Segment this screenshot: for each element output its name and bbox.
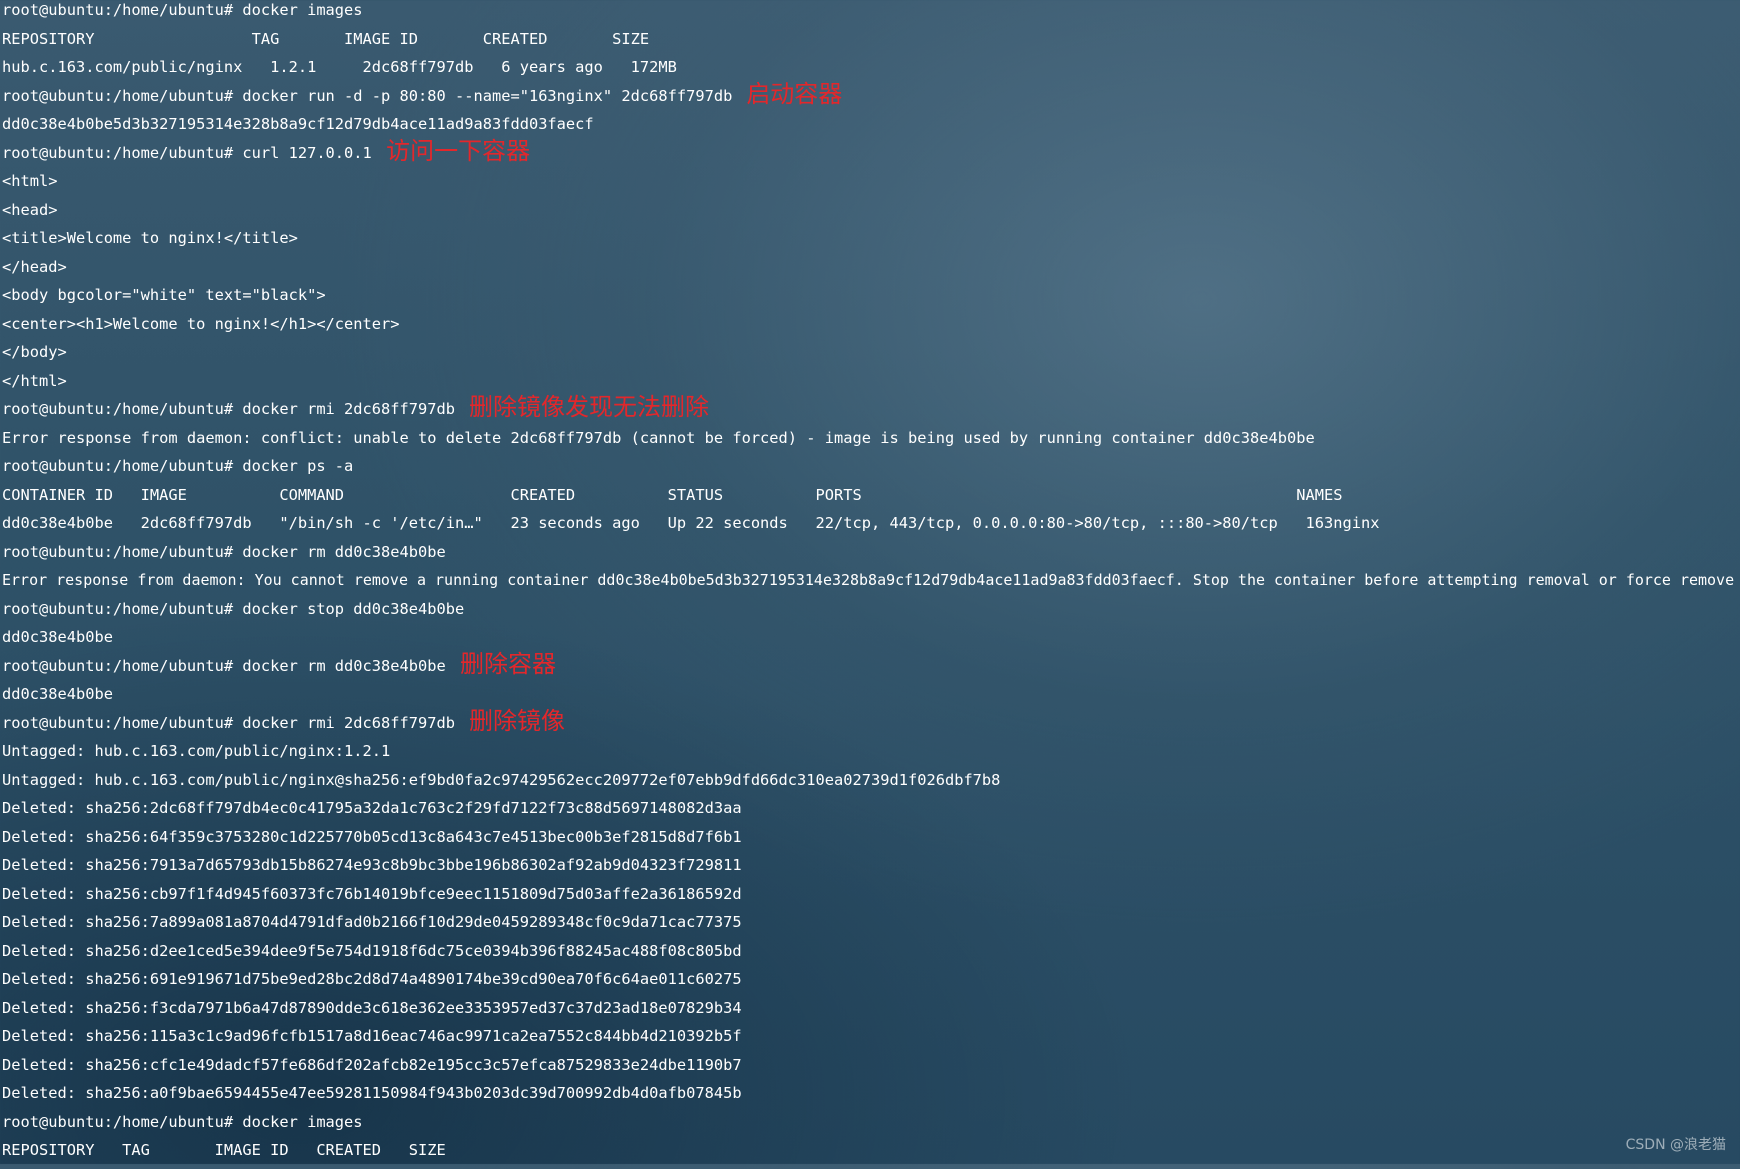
terminal-line: <html>: [2, 171, 1738, 200]
terminal-line: root@ubuntu:/home/ubuntu# docker rmi 2dc…: [2, 393, 1738, 428]
terminal-line-text: Error response from daemon: conflict: un…: [2, 428, 1315, 447]
terminal-line-text: </head>: [2, 257, 67, 276]
terminal-line-text: REPOSITORY TAG IMAGE ID CREATED SIZE: [2, 29, 650, 48]
terminal-line: REPOSITORY TAG IMAGE ID CREATED SIZE: [2, 1140, 1738, 1169]
terminal-line: root@ubuntu:/home/ubuntu# docker run -d …: [2, 80, 1738, 115]
terminal-window[interactable]: root@ubuntu:/home/ubuntu# docker images R…: [2, 0, 1738, 1164]
terminal-line-text: root@ubuntu:/home/ubuntu# docker stop dd…: [2, 599, 465, 618]
terminal-line: root@ubuntu:/home/ubuntu# docker rm dd0c…: [2, 542, 1738, 571]
terminal-line: Error response from daemon: You cannot r…: [2, 570, 1738, 599]
terminal-line-text: CONTAINER ID IMAGE COMMAND CREATED STATU…: [2, 485, 1343, 504]
terminal-line: Error response from daemon: conflict: un…: [2, 428, 1738, 457]
terminal-line-text: root@ubuntu:/home/ubuntu# curl 127.0.0.1: [2, 143, 372, 162]
terminal-line-text: hub.c.163.com/public/nginx 1.2.1 2dc68ff…: [2, 58, 677, 76]
terminal-line-text: dd0c38e4b0be5d3b327195314e328b8a9cf12d79…: [2, 115, 594, 133]
terminal-line-text: Deleted: sha256:f3cda7971b6a47d87890dde3…: [2, 998, 742, 1017]
annotation-label: 删除镜像: [468, 706, 565, 735]
terminal-line: Deleted: sha256:cfc1e49dadcf57fe686df202…: [2, 1055, 1738, 1084]
terminal-line: Deleted: sha256:7a899a081a8704d4791dfad0…: [2, 912, 1738, 941]
terminal-line-text: Untagged: hub.c.163.com/public/nginx@sha…: [2, 770, 1001, 789]
terminal-line-text: Untagged: hub.c.163.com/public/nginx:1.2…: [2, 742, 391, 760]
terminal-line-text: root@ubuntu:/home/ubuntu# docker rm dd0c…: [2, 542, 446, 561]
terminal-line: dd0c38e4b0be: [2, 627, 1738, 656]
terminal-line: dd0c38e4b0be: [2, 684, 1738, 713]
terminal-line-text: root@ubuntu:/home/ubuntu# docker images: [2, 1, 363, 19]
terminal-line: Deleted: sha256:64f359c3753280c1d225770b…: [2, 827, 1738, 856]
terminal-line: hub.c.163.com/public/nginx 1.2.1 2dc68ff…: [2, 57, 1738, 86]
terminal-line-text: root@ubuntu:/home/ubuntu# docker ps -a: [2, 457, 354, 475]
terminal-line: Deleted: sha256:f3cda7971b6a47d87890dde3…: [2, 998, 1738, 1027]
terminal-line-text: Deleted: sha256:cfc1e49dadcf57fe686df202…: [2, 1055, 742, 1074]
terminal-line: root@ubuntu:/home/ubuntu# docker images: [2, 1112, 1738, 1141]
terminal-line-text: root@ubuntu:/home/ubuntu# docker rm dd0c…: [2, 656, 446, 675]
terminal-line: </head>: [2, 257, 1738, 286]
csdn-watermark: CSDN @浪老猫: [1625, 1137, 1726, 1153]
terminal-line: Deleted: sha256:115a3c1c9ad96fcfb1517a8d…: [2, 1026, 1738, 1055]
terminal-line: Deleted: sha256:d2ee1ced5e394dee9f5e754d…: [2, 941, 1738, 970]
terminal-line-text: root@ubuntu:/home/ubuntu# docker images: [2, 1112, 363, 1131]
terminal-line: root@ubuntu:/home/ubuntu# docker rm dd0c…: [2, 650, 1738, 685]
terminal-line: Deleted: sha256:2dc68ff797db4ec0c41795a3…: [2, 798, 1738, 827]
terminal-line: <center><h1>Welcome to nginx!</h1></cent…: [2, 314, 1738, 343]
terminal-line: dd0c38e4b0be5d3b327195314e328b8a9cf12d79…: [2, 114, 1738, 143]
terminal-line: Deleted: sha256:cb97f1f4d945f60373fc76b1…: [2, 884, 1738, 913]
terminal-line-text: Deleted: sha256:7913a7d65793db15b86274e9…: [2, 856, 742, 874]
terminal-line-text: dd0c38e4b0be 2dc68ff797db "/bin/sh -c '/…: [2, 514, 1380, 532]
terminal-line: Deleted: sha256:691e919671d75be9ed28bc2d…: [2, 969, 1738, 998]
terminal-line: dd0c38e4b0be 2dc68ff797db "/bin/sh -c '/…: [2, 513, 1738, 542]
terminal-line: root@ubuntu:/home/ubuntu# curl 127.0.0.1…: [2, 137, 1738, 172]
terminal-line: root@ubuntu:/home/ubuntu# docker stop dd…: [2, 599, 1738, 628]
terminal-line-text: <body bgcolor="white" text="black">: [2, 286, 326, 304]
terminal-line-text: REPOSITORY TAG IMAGE ID CREATED SIZE: [2, 1141, 446, 1159]
terminal-line-text: </html>: [2, 371, 67, 390]
terminal-line-text: Deleted: sha256:64f359c3753280c1d225770b…: [2, 827, 742, 846]
terminal-line-text: dd0c38e4b0be: [2, 628, 113, 646]
terminal-line: Deleted: sha256:a0f9bae6594455e47ee59281…: [2, 1083, 1738, 1112]
terminal-line-text: <html>: [2, 172, 58, 190]
annotation-label: 启动容器: [746, 79, 843, 108]
terminal-line-text: dd0c38e4b0be: [2, 685, 113, 703]
terminal-line-text: Error response from daemon: You cannot r…: [2, 571, 1735, 589]
terminal-line: root@ubuntu:/home/ubuntu# docker ps -a: [2, 456, 1738, 485]
terminal-line-text: Deleted: sha256:7a899a081a8704d4791dfad0…: [2, 913, 742, 931]
terminal-line: REPOSITORY TAG IMAGE ID CREATED SIZE: [2, 29, 1738, 58]
terminal-line: <body bgcolor="white" text="black">: [2, 285, 1738, 314]
terminal-line: CONTAINER ID IMAGE COMMAND CREATED STATU…: [2, 485, 1738, 514]
terminal-line-text: Deleted: sha256:cb97f1f4d945f60373fc76b1…: [2, 884, 742, 903]
terminal-line: Untagged: hub.c.163.com/public/nginx:1.2…: [2, 741, 1738, 770]
terminal-line-text: <title>Welcome to nginx!</title>: [2, 229, 298, 247]
terminal-line-text: Deleted: sha256:691e919671d75be9ed28bc2d…: [2, 970, 742, 988]
annotation-label: 删除镜像发现无法删除: [468, 393, 709, 421]
terminal-line: Deleted: sha256:7913a7d65793db15b86274e9…: [2, 855, 1738, 884]
terminal-line: root@ubuntu:/home/ubuntu# docker rmi 2dc…: [2, 707, 1738, 742]
terminal-line-text: <head>: [2, 200, 58, 219]
terminal-line: root@ubuntu:/home/ubuntu# docker images: [2, 0, 1738, 29]
terminal-line-text: Deleted: sha256:a0f9bae6594455e47ee59281…: [2, 1084, 742, 1102]
terminal-line: </html>: [2, 371, 1738, 400]
terminal-line: Untagged: hub.c.163.com/public/nginx@sha…: [2, 770, 1738, 799]
terminal-line-text: Deleted: sha256:d2ee1ced5e394dee9f5e754d…: [2, 941, 742, 960]
terminal-line-text: root@ubuntu:/home/ubuntu# docker run -d …: [2, 86, 733, 105]
terminal-line: <title>Welcome to nginx!</title>: [2, 228, 1738, 257]
annotation-label: 删除容器: [459, 649, 556, 678]
terminal-line-text: </body>: [2, 343, 67, 361]
terminal-line-text: root@ubuntu:/home/ubuntu# docker rmi 2dc…: [2, 400, 456, 418]
terminal-line-text: Deleted: sha256:2dc68ff797db4ec0c41795a3…: [2, 799, 742, 817]
annotation-label: 访问一下容器: [386, 136, 531, 165]
terminal-line-text: Deleted: sha256:115a3c1c9ad96fcfb1517a8d…: [2, 1027, 742, 1045]
terminal-line-text: root@ubuntu:/home/ubuntu# docker rmi 2dc…: [2, 713, 456, 732]
terminal-line: </body>: [2, 342, 1738, 371]
terminal-line-text: <center><h1>Welcome to nginx!</h1></cent…: [2, 314, 400, 333]
terminal-line: <head>: [2, 200, 1738, 229]
